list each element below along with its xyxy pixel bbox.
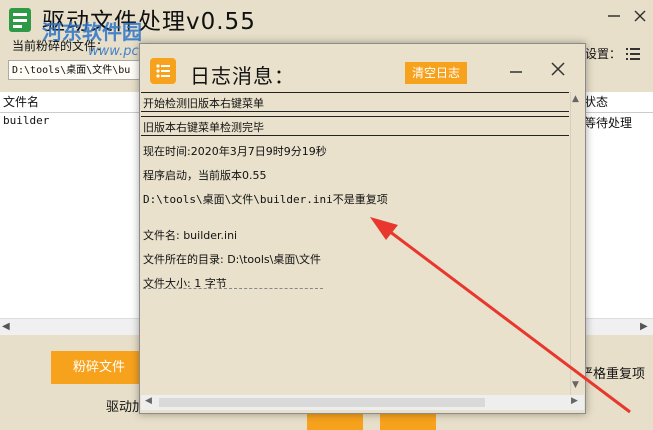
log-line: 开始检测旧版本右键菜单: [143, 97, 264, 110]
list-icon: [150, 58, 176, 84]
table-cell-status[interactable]: 等待处理: [584, 114, 632, 131]
shred-file-button[interactable]: 粉碎文件: [51, 351, 147, 384]
menu-icon[interactable]: [626, 47, 640, 61]
strict-duplicate-label[interactable]: 严格重复项: [580, 363, 645, 382]
app-icon: [9, 8, 31, 32]
log-line: D:\tools\桌面\文件\builder.ini不是重复项: [143, 193, 388, 206]
column-header-filename[interactable]: 文件名: [3, 92, 40, 113]
log-horizontal-scrollbar[interactable]: ◀ ▶: [141, 395, 584, 410]
underline-decoration: [143, 288, 323, 289]
log-line: 文件所在的目录: D:\tools\桌面\文件: [143, 253, 322, 266]
log-dialog: 日志消息： 清空日志 开始检测旧版本右键菜单 旧版本右键菜单检测完毕 现在时间:…: [139, 43, 586, 414]
scroll-thumb[interactable]: [159, 398, 485, 407]
minimize-icon[interactable]: [600, 6, 626, 24]
dialog-minimize-icon[interactable]: [507, 63, 525, 81]
dialog-title: 日志消息：: [190, 64, 295, 88]
scroll-right-icon[interactable]: ▶: [640, 321, 648, 332]
log-vertical-scrollbar[interactable]: ▲ ▼: [570, 92, 585, 395]
close-icon[interactable]: [630, 6, 650, 26]
scroll-left-icon[interactable]: ◀: [145, 396, 152, 406]
scroll-left-icon[interactable]: ◀: [2, 321, 10, 332]
log-line: 文件名: builder.ini: [143, 229, 238, 242]
log-separator: [141, 111, 569, 112]
scroll-up-icon[interactable]: ▲: [572, 94, 579, 104]
path-field[interactable]: D:\tools\桌面\文件\bu: [8, 60, 140, 80]
log-separator: [141, 116, 569, 117]
scroll-down-icon[interactable]: ▼: [572, 380, 579, 390]
table-cell-filename[interactable]: builder: [3, 114, 49, 127]
column-header-status[interactable]: 状态: [584, 92, 609, 113]
current-file-label: 当前粉碎的文件：: [12, 39, 109, 53]
log-line: 现在时间:2020年3月7日9时9分19秒: [143, 145, 327, 158]
scroll-right-icon[interactable]: ▶: [571, 396, 578, 406]
settings-label: 设置：: [585, 47, 622, 61]
log-separator: [141, 92, 569, 93]
clear-log-button[interactable]: 清空日志: [405, 62, 467, 84]
log-line: 旧版本右键菜单检测完毕: [143, 121, 264, 134]
log-content[interactable]: 开始检测旧版本右键菜单 旧版本右键菜单检测完毕 现在时间:2020年3月7日9时…: [141, 92, 585, 411]
log-line: 程序启动，当前版本0.55: [143, 169, 267, 182]
dialog-close-icon[interactable]: [547, 58, 569, 80]
log-separator: [141, 135, 569, 136]
